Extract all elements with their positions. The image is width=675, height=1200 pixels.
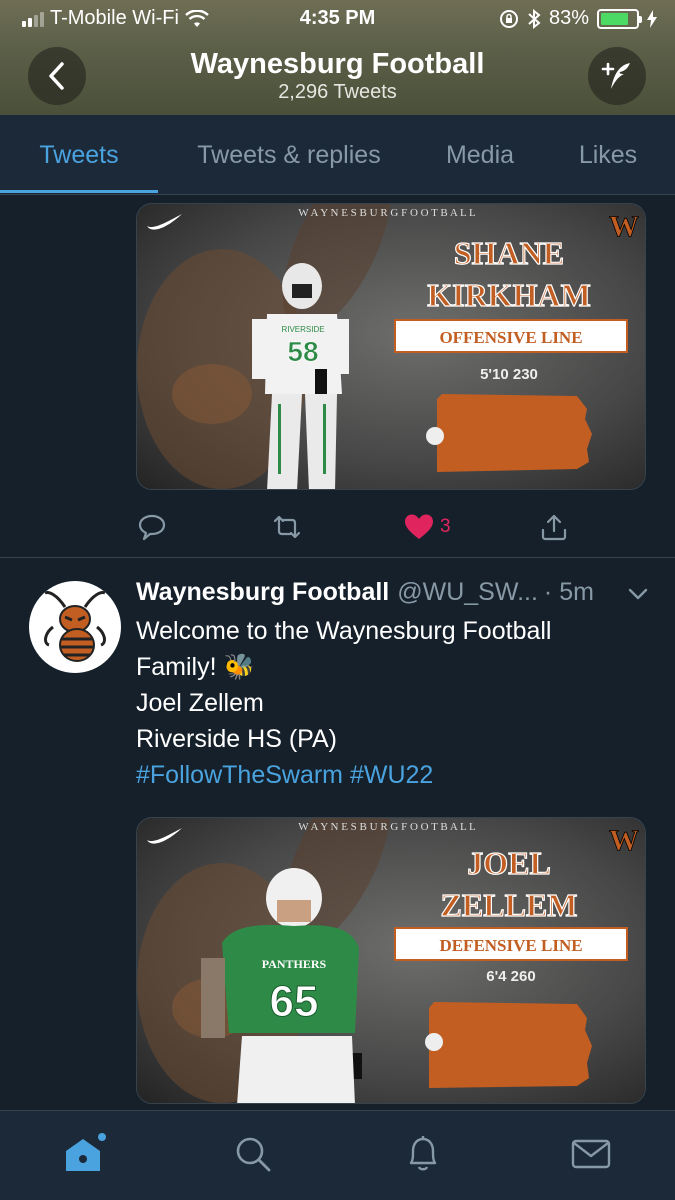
player-jersey-number: 58 <box>287 336 318 367</box>
author-name[interactable]: Waynesburg Football <box>136 578 389 607</box>
tweet-text-line: Welcome to the Waynesburg Football <box>136 617 552 645</box>
like-count: 3 <box>440 516 451 537</box>
share-icon <box>541 514 567 541</box>
compose-tweet-button[interactable] <box>588 47 646 105</box>
hashtag-link[interactable]: #FollowTheSwarm #WU22 <box>136 757 636 793</box>
card-first-name: JOEL <box>467 845 551 881</box>
notifications-tab-button[interactable] <box>398 1129 448 1179</box>
bell-icon <box>409 1136 437 1171</box>
pennsylvania-map <box>429 1002 592 1088</box>
tweet-count: 2,296 Tweets <box>278 81 397 103</box>
tweet-header: Waynesburg Football @WU_SW... · 5m <box>136 578 656 607</box>
card-logo: W <box>609 824 639 857</box>
share-button[interactable] <box>540 507 568 547</box>
card-banner: W A Y N E S B U R G F O O T B A L L <box>298 821 476 833</box>
like-button[interactable]: 3 <box>404 507 451 547</box>
card-position: DEFENSIVE LINE <box>439 936 582 955</box>
bluetooth-icon <box>528 8 541 29</box>
tab-tweets[interactable]: Tweets <box>0 115 158 195</box>
card-first-name: SHANE <box>454 235 564 271</box>
card-last-name: ZELLEM <box>441 887 578 923</box>
retweet-icon <box>273 515 301 539</box>
player-jersey-team: RIVERSIDE <box>281 325 324 334</box>
tab-likes[interactable]: Likes <box>560 115 656 195</box>
tweet-feed[interactable]: W A Y N E S B U R G F O O T B A L L W SH… <box>0 195 675 1110</box>
feather-compose-icon <box>601 62 630 89</box>
yellowjacket-mascot-icon <box>44 591 106 662</box>
search-tab-button[interactable] <box>228 1129 278 1179</box>
card-measurements: 6'4 260 <box>486 968 535 985</box>
tweet-media-card[interactable]: W A Y N E S B U R G F O O T B A L L W JO… <box>136 817 646 1104</box>
avatar[interactable] <box>29 581 121 673</box>
battery-icon <box>597 8 642 29</box>
mail-icon <box>571 1139 611 1169</box>
tab-tweets-replies[interactable]: Tweets & replies <box>170 115 408 195</box>
card-last-name: KIRKHAM <box>427 277 591 313</box>
player-jersey-team: PANTHERS <box>262 957 327 971</box>
profile-tabs: Tweets Tweets & replies Media Likes <box>0 115 675 195</box>
bottom-navigation <box>0 1110 675 1200</box>
page-title: Waynesburg Football <box>190 48 485 80</box>
tweet-text-line: Family! 🐝 <box>136 653 255 681</box>
home-icon <box>66 1133 106 1171</box>
home-tab-button[interactable] <box>60 1129 110 1179</box>
search-icon <box>236 1137 271 1172</box>
tweet-media-card[interactable]: W A Y N E S B U R G F O O T B A L L W SH… <box>136 203 646 490</box>
pennsylvania-map <box>437 394 592 472</box>
tab-media[interactable]: Media <box>425 115 535 195</box>
chevron-down-icon[interactable] <box>626 582 650 606</box>
card-position: OFFENSIVE LINE <box>439 328 582 347</box>
card-measurements: 5'10 230 <box>480 366 538 383</box>
tweet-timestamp: · 5m <box>543 578 594 606</box>
reply-icon <box>138 514 166 541</box>
retweet-button[interactable] <box>271 507 303 547</box>
player-jersey-number: 65 <box>270 977 319 1026</box>
status-bar: T-Mobile Wi-Fi 4:35 PM 83% <box>0 0 675 38</box>
author-handle[interactable]: @WU_SW... <box>397 578 538 607</box>
tweet-actions: 3 <box>136 507 646 547</box>
tweet-text-line: Riverside HS (PA) <box>136 725 337 753</box>
tweet-text: Welcome to the Waynesburg Football Famil… <box>136 613 636 793</box>
active-tab-indicator <box>0 190 158 193</box>
card-logo: W <box>609 210 639 243</box>
rotation-lock-icon <box>499 9 518 28</box>
charging-icon <box>647 9 657 28</box>
tweet-divider <box>0 557 675 558</box>
card-banner: W A Y N E S B U R G F O O T B A L L <box>298 207 476 219</box>
battery-percent: 83% <box>548 7 589 29</box>
tweet-text-line: Joel Zellem <box>136 689 264 717</box>
messages-tab-button[interactable] <box>566 1129 616 1179</box>
profile-header: T-Mobile Wi-Fi 4:35 PM 83% Waynesburg Fo… <box>0 0 675 115</box>
reply-button[interactable] <box>138 507 166 547</box>
heart-filled-icon <box>405 514 433 539</box>
